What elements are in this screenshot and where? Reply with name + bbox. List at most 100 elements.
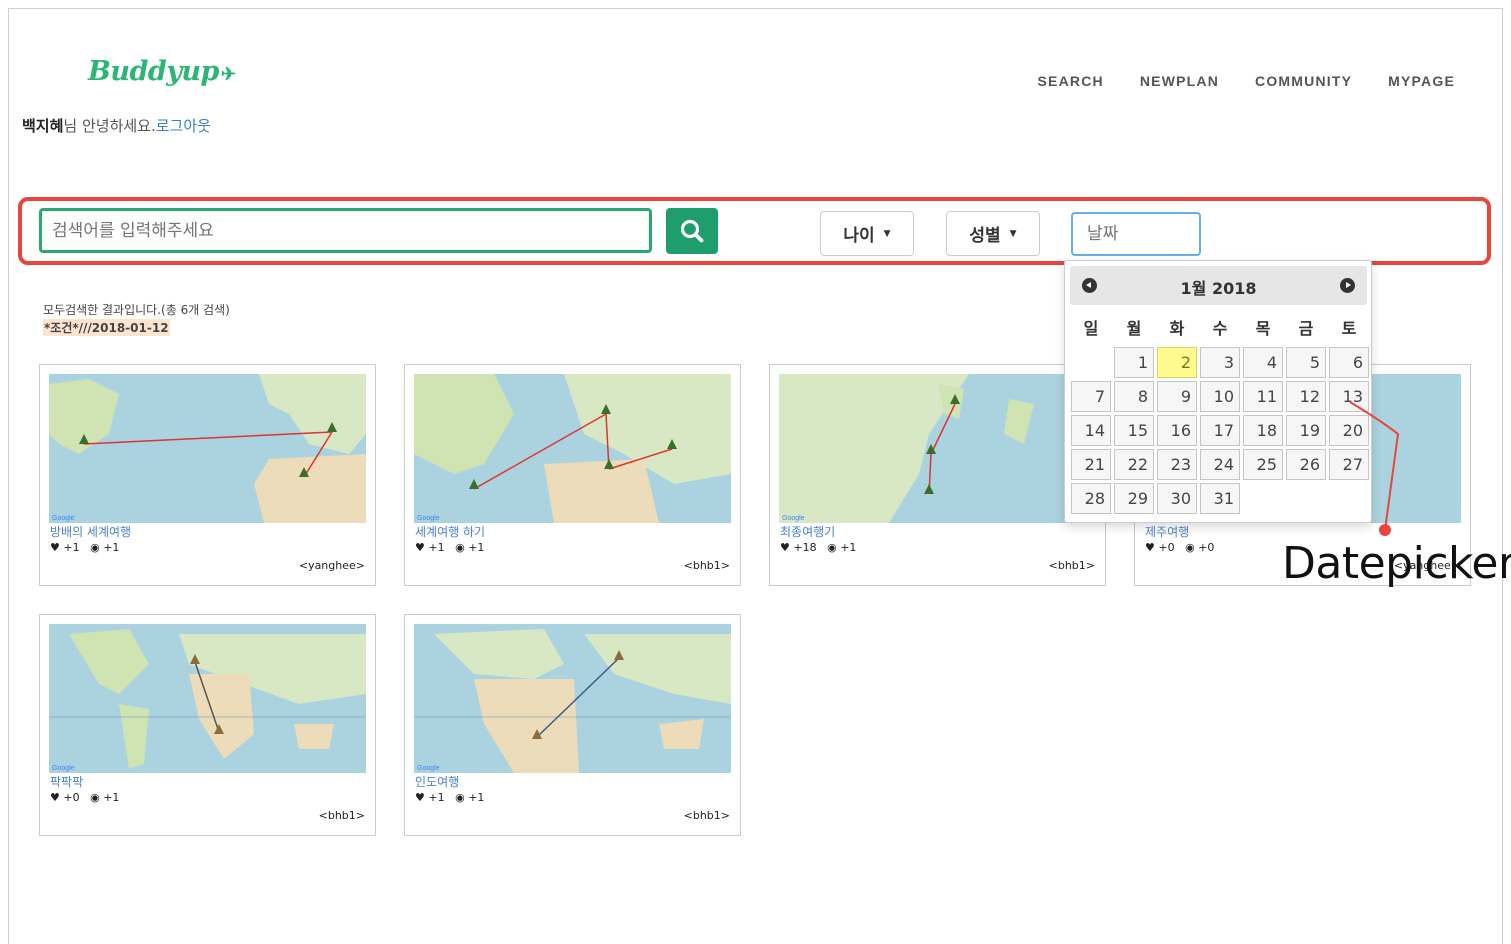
day-cell[interactable]: 6 — [1329, 347, 1369, 378]
day-cell[interactable]: 15 — [1114, 415, 1154, 446]
card-user: <bhb1> — [683, 809, 730, 822]
logout-link[interactable]: 로그아웃 — [156, 117, 211, 135]
card-stats: ♥ +1 ◉ +1 — [50, 541, 119, 554]
day-cell[interactable]: 27 — [1329, 449, 1369, 480]
nav-search[interactable]: SEARCH — [1038, 73, 1104, 89]
heart-icon: ♥ — [50, 791, 60, 804]
day-cell[interactable]: 12 — [1286, 381, 1326, 412]
datepicker: 1월 2018 일월화수목금토 1 2 3 4 5 6 7 8 9 10 11 12 13 14 15 16 1… — [1064, 260, 1372, 523]
day-cell[interactable]: 18 — [1243, 415, 1283, 446]
weekday-header: 토 — [1341, 319, 1357, 338]
card-title[interactable]: 제주여행 — [1145, 523, 1189, 540]
day-cell[interactable]: 16 — [1157, 415, 1197, 446]
day-cell[interactable]: 11 — [1243, 381, 1283, 412]
plan-card[interactable]: Google 인도여행 ♥ +1 ◉ +1 <bhb1> — [404, 614, 741, 836]
brand-logo[interactable]: Buddyup ✈ — [88, 56, 236, 87]
nav-community[interactable]: COMMUNITY — [1255, 73, 1352, 89]
search-button[interactable] — [666, 208, 718, 254]
heart-icon: ♥ — [415, 791, 425, 804]
search-icon — [680, 219, 704, 243]
day-cell[interactable]: 30 — [1157, 483, 1197, 514]
day-cell[interactable]: 20 — [1329, 415, 1369, 446]
next-month-icon[interactable] — [1340, 278, 1355, 293]
card-stats: ♥ +1 ◉ +1 — [415, 541, 484, 554]
day-cell[interactable]: 19 — [1286, 415, 1326, 446]
like-count: +1 — [428, 541, 445, 554]
gender-dropdown-label: 성별 — [969, 226, 1001, 246]
day-cell[interactable]: 9 — [1157, 381, 1197, 412]
card-stats: ♥ +0 ◉ +1 — [50, 791, 119, 804]
weekday-header: 화 — [1169, 319, 1185, 338]
day-cell[interactable]: 8 — [1114, 381, 1154, 412]
plan-card[interactable]: Google 팍팍팍 ♥ +0 ◉ +1 <bhb1> — [39, 614, 376, 836]
annotation-label: Datepicker — [1282, 538, 1511, 589]
main-nav: SEARCH NEWPLAN COMMUNITY MYPAGE — [1038, 73, 1455, 89]
card-user: <bhb1> — [683, 559, 730, 572]
user-name: 백지혜 — [22, 117, 64, 135]
eye-icon: ◉ — [827, 541, 837, 554]
weekday-header: 목 — [1255, 319, 1271, 338]
svg-text:Google: Google — [782, 515, 805, 522]
svg-text:Google: Google — [52, 765, 75, 772]
user-greeting: 백지혜님 안녕하세요.로그아웃 — [22, 115, 211, 136]
heart-icon: ♥ — [780, 541, 790, 554]
plan-card[interactable]: Google 방배의 세계여행 ♥ +1 ◉ +1 <yanghee> — [39, 364, 376, 586]
day-cell[interactable]: 26 — [1286, 449, 1326, 480]
day-cell[interactable]: 4 — [1243, 347, 1283, 378]
card-user: <yanghee> — [298, 559, 365, 572]
caret-down-icon: ▼ — [883, 228, 891, 239]
card-stats: ♥ +0 ◉ +0 — [1145, 541, 1214, 554]
weekday-header: 월 — [1126, 319, 1142, 338]
day-cell[interactable]: 2 — [1157, 347, 1197, 378]
day-cell[interactable]: 14 — [1071, 415, 1111, 446]
card-title[interactable]: 세계여행 하기 — [415, 523, 485, 540]
view-count: +1 — [468, 541, 485, 554]
nav-mypage[interactable]: MYPAGE — [1388, 73, 1455, 89]
route-map: Google — [414, 624, 731, 773]
card-title[interactable]: 최종여행기 — [780, 523, 835, 540]
card-title[interactable]: 방배의 세계여행 — [50, 523, 131, 540]
plan-card[interactable]: Google 세계여행 하기 ♥ +1 ◉ +1 <bhb1> — [404, 364, 741, 586]
day-cell[interactable]: 10 — [1200, 381, 1240, 412]
day-cell[interactable]: 24 — [1200, 449, 1240, 480]
view-count: +0 — [1198, 541, 1215, 554]
plan-card[interactable]: Google 최종여행기 ♥ +18 ◉ +1 <bhb1> — [769, 364, 1106, 586]
day-cell[interactable]: 3 — [1200, 347, 1240, 378]
day-cell[interactable]: 25 — [1243, 449, 1283, 480]
day-cell[interactable]: 21 — [1071, 449, 1111, 480]
nav-newplan[interactable]: NEWPLAN — [1140, 73, 1219, 89]
age-dropdown[interactable]: 나이 ▼ — [820, 211, 914, 256]
like-count: +18 — [793, 541, 817, 554]
like-count: +0 — [1158, 541, 1175, 554]
day-cell[interactable]: 28 — [1071, 483, 1111, 514]
caret-down-icon: ▼ — [1009, 228, 1017, 239]
like-count: +1 — [63, 541, 80, 554]
day-cell[interactable]: 5 — [1286, 347, 1326, 378]
day-cell[interactable]: 23 — [1157, 449, 1197, 480]
eye-icon: ◉ — [455, 791, 465, 804]
route-map: Google — [414, 374, 731, 523]
route-map: Google — [779, 374, 1096, 523]
datepicker-month: 1월 2018 — [1180, 279, 1257, 298]
card-title[interactable]: 인도여행 — [415, 773, 459, 790]
gender-dropdown[interactable]: 성별 ▼ — [946, 211, 1040, 256]
date-input[interactable] — [1071, 212, 1201, 256]
weekday-header: 수 — [1212, 319, 1228, 338]
eye-icon: ◉ — [90, 541, 100, 554]
day-cell[interactable]: 29 — [1114, 483, 1154, 514]
greeting-suffix: 님 안녕하세요. — [63, 117, 156, 135]
like-count: +1 — [428, 791, 445, 804]
day-cell[interactable]: 7 — [1071, 381, 1111, 412]
day-cell[interactable]: 22 — [1114, 449, 1154, 480]
day-cell[interactable]: 1 — [1114, 347, 1154, 378]
heart-icon: ♥ — [50, 541, 60, 554]
day-cell[interactable]: 31 — [1200, 483, 1240, 514]
logo-text: Buddyup — [88, 56, 219, 87]
heart-icon: ♥ — [415, 541, 425, 554]
day-cell[interactable]: 17 — [1200, 415, 1240, 446]
card-stats: ♥ +1 ◉ +1 — [415, 791, 484, 804]
search-input[interactable] — [39, 208, 652, 253]
card-title[interactable]: 팍팍팍 — [50, 773, 83, 790]
card-user: <bhb1> — [1048, 559, 1095, 572]
day-cell[interactable]: 13 — [1329, 381, 1369, 412]
